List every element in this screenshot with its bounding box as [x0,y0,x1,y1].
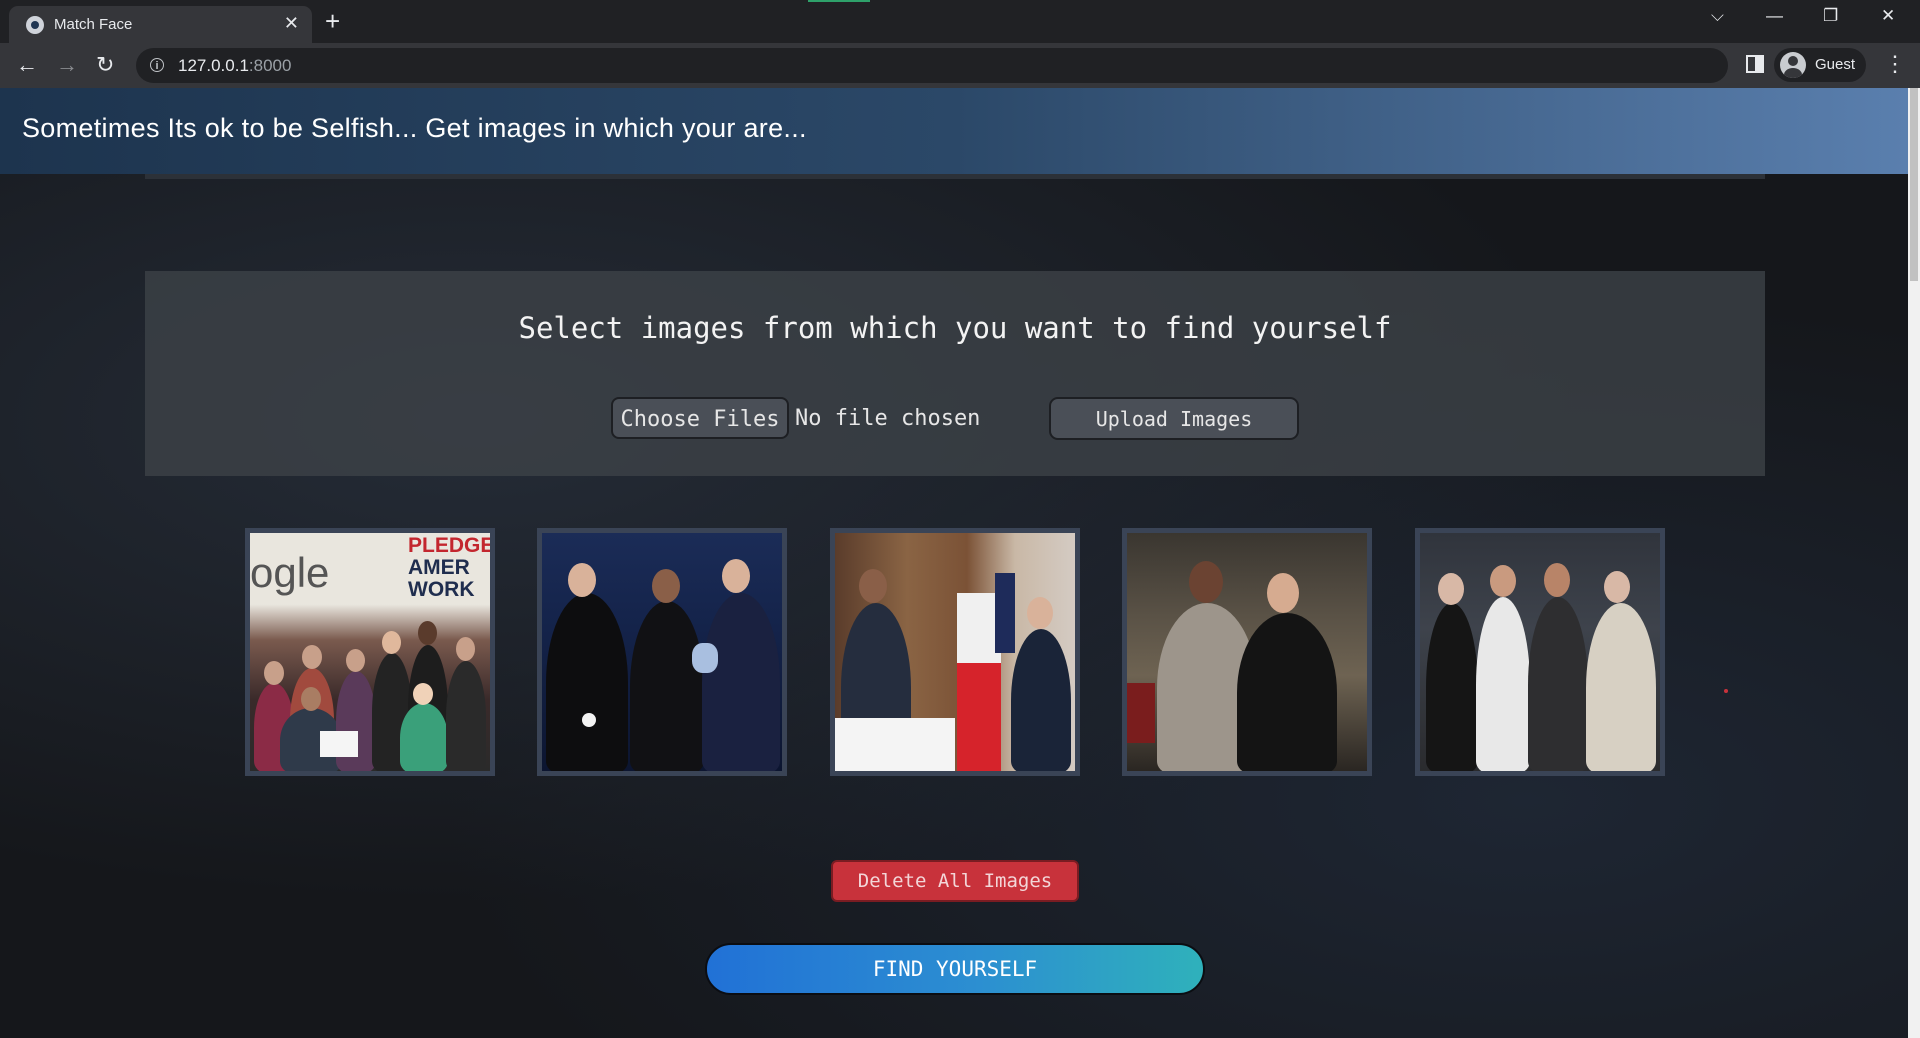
profile-label: Guest [1815,56,1856,73]
photo-figure-head [1189,561,1223,603]
photo-light [582,713,596,727]
favicon-icon [26,16,44,34]
address-bar[interactable]: i 127.0.0.1:8000 [136,48,1728,83]
stray-dot [1724,689,1728,693]
photo-figure-head [301,687,321,711]
photo-figure [1586,603,1656,771]
new-tab-icon[interactable]: + [325,7,340,35]
header-divider [145,174,1765,179]
photo-figure-head [456,637,475,661]
photo-trophy [692,643,718,673]
photo-figure-head [1267,573,1299,613]
page-title: Sometimes Its ok to be Selfish... Get im… [22,113,807,143]
photo-figure-head [1490,565,1516,597]
side-panel-icon[interactable] [1746,55,1764,73]
close-tab-icon[interactable]: ✕ [284,13,299,33]
forward-icon[interactable]: → [56,52,78,78]
reload-icon[interactable]: ↻ [96,52,114,78]
sign-line-2: AMER [408,556,470,579]
photo-figure [1528,597,1588,771]
photo-figure-head [418,621,437,645]
photo-figure-head [1604,571,1630,603]
photo-figure [1011,629,1071,771]
photo-figure-head [1027,597,1053,629]
photo-figure [546,593,628,771]
browser-toolbar: ← → ↻ i 127.0.0.1:8000 Guest ⋮ [0,43,1920,88]
upload-panel: Select images from which you want to fin… [145,271,1765,476]
sign-line-1: PLEDGE [408,534,490,557]
page-scrollbar[interactable] [1908,88,1920,1038]
photo-figure [702,593,780,771]
photo-group-men [1420,533,1660,771]
minimize-icon[interactable]: — [1766,6,1783,26]
photo-figure [446,661,486,771]
photo-overlay-text: ogle [250,549,330,596]
photo-figure [1237,613,1337,771]
photo-flag-red [957,663,1001,771]
tab-search-icon[interactable]: ⌵ [1711,6,1724,26]
find-yourself-button[interactable]: FIND YOURSELF [705,943,1205,995]
photo-backdrop [1127,683,1155,743]
delete-all-images-button[interactable]: Delete All Images [831,860,1079,902]
photo-figure-head [264,661,284,685]
photo-figure [630,601,704,771]
url-port: :8000 [248,56,292,75]
photo-figure-head [1438,573,1464,605]
upload-heading: Select images from which you want to fin… [518,311,1392,345]
uploaded-image-3[interactable] [830,528,1080,776]
photo-figure-head [382,631,401,654]
photo-figure-head [302,645,322,669]
site-info-icon[interactable]: i [150,58,164,72]
restore-icon[interactable]: ❐ [1823,6,1838,26]
photo-figure [400,703,448,771]
url-text[interactable]: 127.0.0.1:8000 [178,56,291,76]
page-viewport: Sometimes Its ok to be Selfish... Get im… [0,88,1908,1038]
photo-figure-head [1544,563,1570,597]
photo-figure [1426,603,1478,771]
photo-figure-head [346,649,365,672]
file-status-text: No file chosen [795,406,981,431]
photo-podium-flags [835,533,1075,771]
browser-tab-strip: Match Face ✕ + ⌵ — ❐ ✕ [0,0,1920,43]
photo-figure-head [652,569,680,603]
photo-award-handshake [542,533,782,771]
photo-group-event: ogle PLEDGE AMER WORK [250,533,490,771]
profile-button[interactable]: Guest [1774,48,1866,82]
upload-images-button[interactable]: Upload Images [1049,397,1299,440]
guest-avatar-icon [1780,52,1806,78]
photo-flag-us [995,573,1015,653]
uploaded-image-1[interactable]: ogle PLEDGE AMER WORK [245,528,495,776]
photo-figure-head [722,559,750,593]
tab-title: Match Face [54,16,133,33]
uploaded-image-2[interactable] [537,528,787,776]
browser-tab[interactable]: Match Face ✕ [9,6,312,43]
choose-files-button[interactable]: Choose Files [611,397,789,439]
photo-figure-head [568,563,596,597]
more-menu-icon[interactable]: ⋮ [1884,51,1906,77]
uploaded-image-4[interactable] [1122,528,1372,776]
page-header: Sometimes Its ok to be Selfish... Get im… [0,88,1908,174]
window-drag-indicator [808,0,870,2]
photo-figure-head [859,569,887,603]
url-host: 127.0.0.1 [178,56,249,75]
scrollbar-thumb[interactable] [1910,88,1918,281]
photo-certificate [320,731,358,757]
photo-celebrity-hug [1127,533,1367,771]
back-icon[interactable]: ← [16,52,38,78]
uploaded-image-5[interactable] [1415,528,1665,776]
sign-line-3: WORK [408,578,475,601]
window-close-icon[interactable]: ✕ [1881,6,1895,26]
photo-sign-text: PLEDGE AMER WORK [408,535,490,601]
photo-podium [835,718,955,771]
photo-figure-head [413,683,433,705]
photo-figure [1476,597,1530,771]
